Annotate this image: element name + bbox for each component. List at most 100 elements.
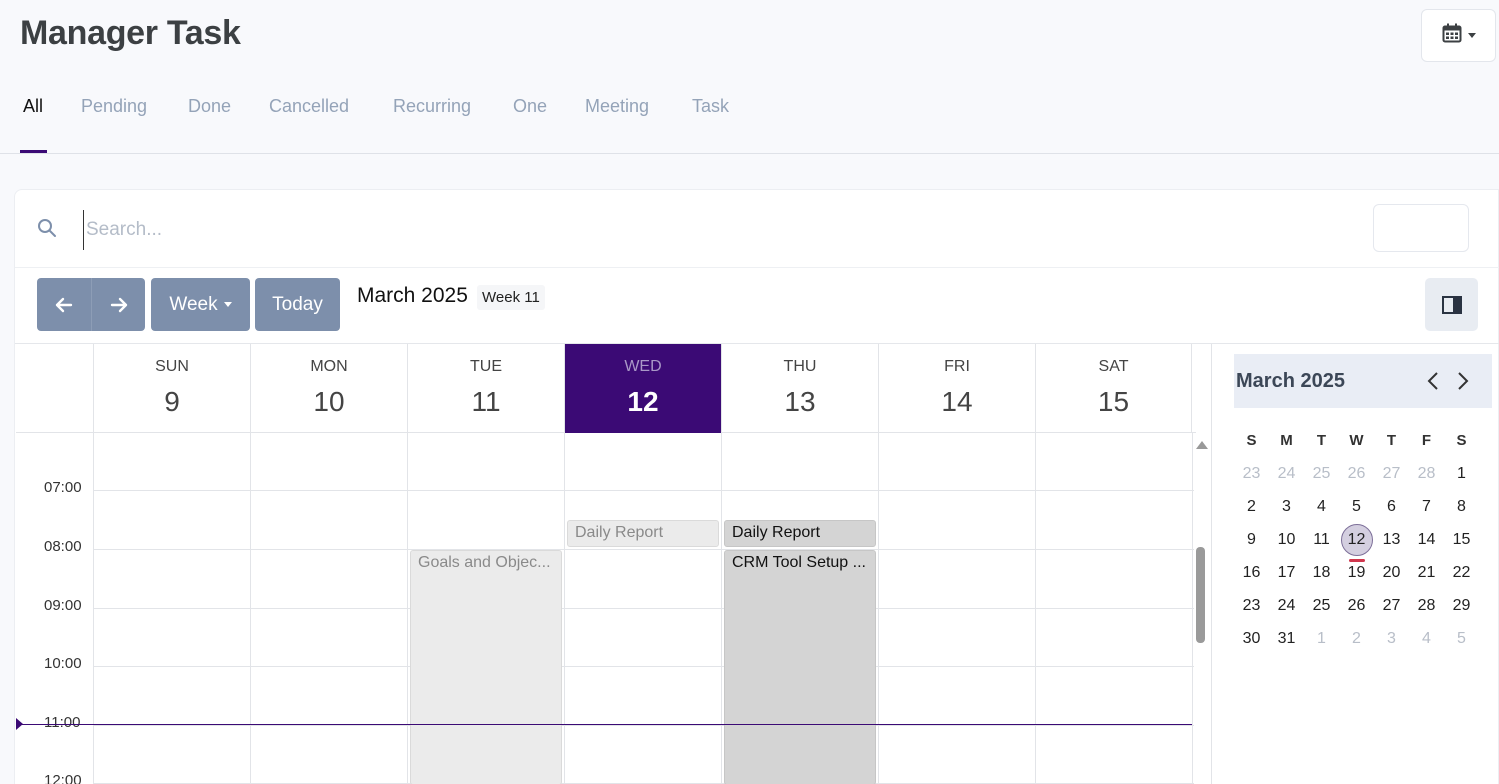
tab-recurring[interactable]: Recurring bbox=[393, 96, 471, 117]
time-grid[interactable]: 07:00 08:00 09:00 10:00 11:00 12:00 Dail… bbox=[16, 433, 1196, 784]
day-date: 10 bbox=[313, 386, 345, 417]
mini-day[interactable]: 15 bbox=[1444, 531, 1479, 549]
day-name: SUN bbox=[155, 358, 189, 375]
current-time-line bbox=[16, 724, 1192, 725]
mini-day[interactable]: 11 bbox=[1304, 531, 1339, 549]
tab-one[interactable]: One bbox=[513, 96, 547, 117]
mini-day[interactable]: 17 bbox=[1269, 564, 1304, 582]
mini-day[interactable]: 7 bbox=[1409, 498, 1444, 516]
mini-day[interactable]: 5 bbox=[1444, 630, 1479, 648]
mini-day[interactable]: 23 bbox=[1234, 465, 1269, 483]
today-button[interactable]: Today bbox=[255, 278, 340, 331]
mini-day[interactable]: 20 bbox=[1374, 564, 1409, 582]
day-header-tue[interactable]: TUE 11 bbox=[407, 344, 564, 433]
search-bar bbox=[15, 190, 1499, 268]
day-header-wed[interactable]: WED 12 bbox=[564, 344, 721, 433]
search-filter-box[interactable] bbox=[1373, 204, 1469, 252]
mini-day[interactable]: 18 bbox=[1304, 564, 1339, 582]
event-daily-report-wed[interactable]: Daily Report bbox=[567, 520, 719, 547]
mini-day[interactable]: 28 bbox=[1409, 465, 1444, 483]
mini-day[interactable]: 16 bbox=[1234, 564, 1269, 582]
tab-pending[interactable]: Pending bbox=[81, 96, 147, 117]
calendar-icon bbox=[1442, 23, 1462, 48]
mini-day[interactable]: 1 bbox=[1304, 630, 1339, 648]
mini-next-button[interactable] bbox=[1450, 368, 1476, 394]
mini-day[interactable]: 25 bbox=[1304, 465, 1339, 483]
day-name: WED bbox=[624, 358, 662, 375]
mini-day[interactable]: 26 bbox=[1339, 465, 1374, 483]
mini-day[interactable]: 22 bbox=[1444, 564, 1479, 582]
mini-day[interactable]: 21 bbox=[1409, 564, 1444, 582]
mini-day[interactable]: 4 bbox=[1409, 630, 1444, 648]
chevron-right-icon bbox=[1458, 372, 1469, 390]
mini-day[interactable]: 29 bbox=[1444, 597, 1479, 615]
mini-day[interactable]: 23 bbox=[1234, 597, 1269, 615]
search-input[interactable] bbox=[83, 210, 1283, 250]
mini-day[interactable]: 19 bbox=[1339, 564, 1374, 582]
mini-day[interactable]: 5 bbox=[1339, 498, 1374, 516]
time-label: 08:00 bbox=[44, 538, 82, 555]
dow-label: W bbox=[1349, 432, 1364, 449]
mini-day-selected[interactable]: 12 bbox=[1339, 523, 1374, 562]
dow-label: S bbox=[1456, 432, 1467, 449]
tab-task[interactable]: Task bbox=[692, 96, 729, 117]
mini-day[interactable]: 27 bbox=[1374, 597, 1409, 615]
mini-day[interactable]: 8 bbox=[1444, 498, 1479, 516]
sidebar-toggle-button[interactable] bbox=[1425, 278, 1478, 331]
tab-meeting[interactable]: Meeting bbox=[585, 96, 649, 117]
mini-day[interactable]: 14 bbox=[1409, 531, 1444, 549]
day-header-sun[interactable]: SUN 9 bbox=[93, 344, 250, 433]
mini-day[interactable]: 31 bbox=[1269, 630, 1304, 648]
grid-line bbox=[94, 490, 1194, 491]
tab-done[interactable]: Done bbox=[188, 96, 231, 117]
day-name: MON bbox=[310, 358, 348, 375]
mini-day[interactable]: 27 bbox=[1374, 465, 1409, 483]
mini-week-row: 2 3 4 5 6 7 8 bbox=[1234, 490, 1486, 523]
mini-day[interactable]: 4 bbox=[1304, 498, 1339, 516]
mini-day[interactable]: 24 bbox=[1269, 465, 1304, 483]
scroll-up-arrow[interactable] bbox=[1196, 441, 1208, 449]
day-date: 12 bbox=[627, 386, 659, 417]
mini-prev-button[interactable] bbox=[1420, 368, 1446, 394]
mini-day[interactable]: 28 bbox=[1409, 597, 1444, 615]
day-date: 14 bbox=[941, 386, 973, 417]
day-header-sat[interactable]: SAT 15 bbox=[1035, 344, 1192, 433]
day-date: 9 bbox=[164, 386, 180, 417]
event-daily-report-thu[interactable]: Daily Report bbox=[724, 520, 876, 547]
mini-day[interactable]: 1 bbox=[1444, 465, 1479, 483]
time-label: 09:00 bbox=[44, 597, 82, 614]
mini-day[interactable]: 24 bbox=[1269, 597, 1304, 615]
mini-day[interactable]: 13 bbox=[1374, 531, 1409, 549]
grid-scrollbar[interactable] bbox=[1194, 433, 1208, 784]
event-goals-and-objectives[interactable]: Goals and Objec... bbox=[410, 550, 562, 784]
dow-label: S bbox=[1246, 432, 1257, 449]
grid-line bbox=[94, 666, 1194, 667]
mini-day[interactable]: 26 bbox=[1339, 597, 1374, 615]
mini-day[interactable]: 10 bbox=[1269, 531, 1304, 549]
mini-day[interactable]: 30 bbox=[1234, 630, 1269, 648]
mini-day[interactable]: 2 bbox=[1339, 630, 1374, 648]
mini-week-row: 9 10 11 12 13 14 15 bbox=[1234, 523, 1486, 562]
calendar-view-button[interactable] bbox=[1421, 9, 1496, 62]
event-crm-tool-setup[interactable]: CRM Tool Setup ... bbox=[724, 550, 876, 784]
mini-day[interactable]: 3 bbox=[1374, 630, 1409, 648]
dow-label: M bbox=[1280, 432, 1293, 449]
tab-cancelled[interactable]: Cancelled bbox=[269, 96, 349, 117]
mini-day[interactable]: 3 bbox=[1269, 498, 1304, 516]
arrow-left-icon bbox=[55, 297, 73, 312]
tab-all[interactable]: All bbox=[23, 96, 43, 117]
time-label: 11:00 bbox=[44, 714, 81, 731]
prev-button[interactable] bbox=[37, 278, 91, 331]
mini-day[interactable]: 25 bbox=[1304, 597, 1339, 615]
day-header-thu[interactable]: THU 13 bbox=[721, 344, 878, 433]
day-header-fri[interactable]: FRI 14 bbox=[878, 344, 1035, 433]
next-button[interactable] bbox=[91, 278, 145, 331]
mini-calendar: March 2025 S M T W T F S 23 24 25 26 27 … bbox=[1211, 344, 1499, 784]
scroll-thumb[interactable] bbox=[1196, 547, 1205, 643]
mini-day[interactable]: 6 bbox=[1374, 498, 1409, 516]
view-select-button[interactable]: Week bbox=[151, 278, 250, 331]
mini-day[interactable]: 9 bbox=[1234, 531, 1269, 549]
day-header-mon[interactable]: MON 10 bbox=[250, 344, 407, 433]
mini-day[interactable]: 2 bbox=[1234, 498, 1269, 516]
grid-line bbox=[94, 725, 1194, 726]
